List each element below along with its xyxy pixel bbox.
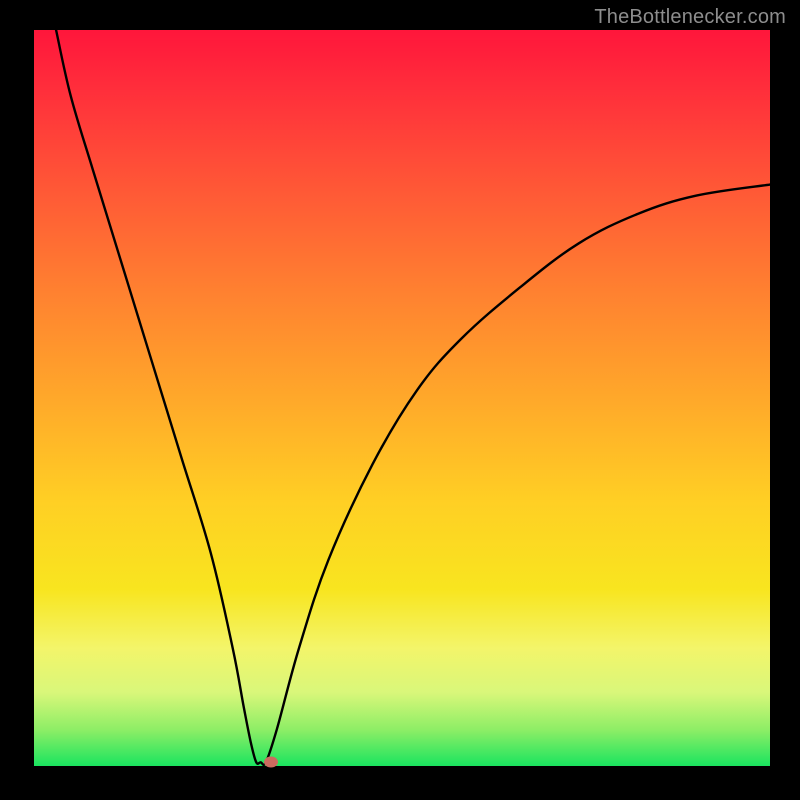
curve-layer xyxy=(34,30,770,766)
chart-frame: TheBottlenecker.com xyxy=(0,0,800,800)
plot-area xyxy=(34,30,770,766)
minimum-marker xyxy=(264,757,278,768)
watermark-label: TheBottlenecker.com xyxy=(594,6,786,29)
bottleneck-curve-path xyxy=(56,30,770,765)
